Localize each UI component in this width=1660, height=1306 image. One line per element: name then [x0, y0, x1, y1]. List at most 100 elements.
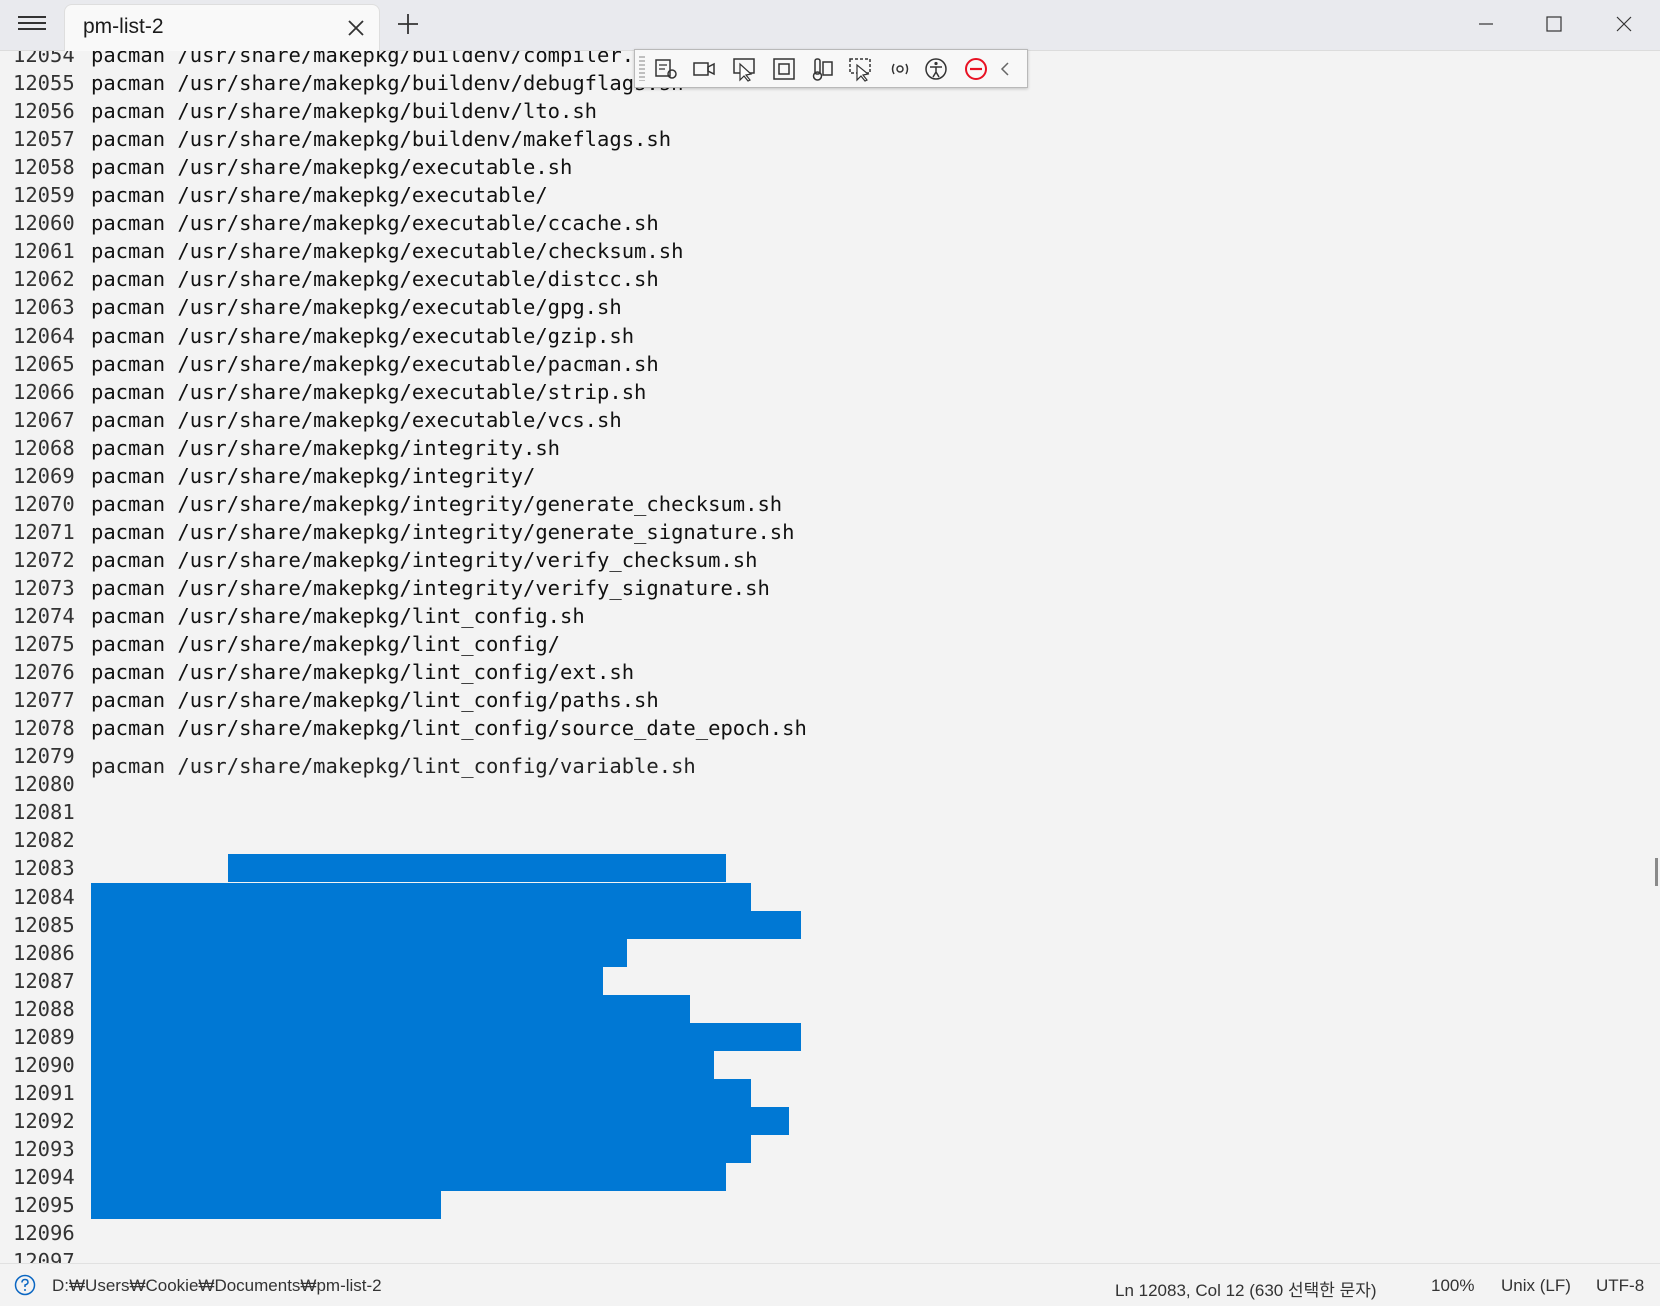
line-text: pacman /usr/share/makepkg/executable/ — [91, 183, 548, 207]
editor-line[interactable]: 12076 pacman /usr/share/makepkg/lint_conf… — [0, 658, 1600, 686]
line-number: 12080 — [13, 772, 75, 796]
editor-line[interactable]: 12083 — [0, 854, 1600, 882]
cursor-position[interactable]: Ln 12083, Col 12 (630 선택한 문자) — [1115, 1276, 1377, 1301]
line-number: 12079 — [13, 744, 75, 768]
editor-line[interactable]: 12067 pacman /usr/share/makepkg/executabl… — [0, 406, 1600, 434]
line-ending[interactable]: Unix (LF) — [1501, 1276, 1571, 1296]
editor-line[interactable]: 12058 pacman /usr/share/makepkg/executabl… — [0, 153, 1600, 181]
line-text: pacman /usr/share/makepkg/executable/gpg… — [91, 295, 622, 319]
editor-line[interactable]: 12092 — [0, 1107, 1600, 1135]
line-number: 12078 — [13, 716, 75, 740]
new-tab-icon[interactable] — [396, 12, 420, 36]
editor-line[interactable]: 12096 — [0, 1219, 1600, 1247]
editor-line[interactable]: 12059 pacman /usr/share/makepkg/executabl… — [0, 181, 1600, 209]
stop-icon[interactable] — [963, 56, 989, 82]
editor-line[interactable]: 12082 — [0, 826, 1600, 854]
scrollbar-thumb[interactable] — [1655, 858, 1658, 886]
editor-line[interactable]: 12074 pacman /usr/share/makepkg/lint_conf… — [0, 602, 1600, 630]
help-icon[interactable] — [14, 1274, 36, 1296]
toolbar-grip[interactable] — [639, 56, 645, 81]
line-number: 12091 — [13, 1081, 75, 1105]
collapse-chevron-icon[interactable] — [995, 56, 1015, 82]
editor-line[interactable]: 12078 pacman /usr/share/makepkg/lint_conf… — [0, 714, 1600, 742]
record-icon[interactable] — [691, 56, 717, 82]
line-text: pacman /usr/share/makepkg/executable/str… — [91, 380, 647, 404]
editor-line[interactable]: 12061 pacman /usr/share/makepkg/executabl… — [0, 237, 1600, 265]
line-text: pacman /usr/share/makepkg/executable/che… — [91, 239, 684, 263]
editor-line[interactable]: 12086 — [0, 939, 1600, 967]
live-region-icon[interactable] — [887, 56, 913, 82]
editor-line[interactable]: 12087 — [0, 967, 1600, 995]
line-number: 12085 — [13, 913, 75, 937]
line-text: pacman /usr/share/makepkg/lint_config/ — [91, 632, 560, 656]
editor-line[interactable]: 12073 pacman /usr/share/makepkg/integrity… — [0, 574, 1600, 602]
editor-line[interactable]: 12077 pacman /usr/share/makepkg/lint_conf… — [0, 686, 1600, 714]
editor-line[interactable]: 12056 pacman /usr/share/makepkg/buildenv/… — [0, 97, 1600, 125]
highlight-icon[interactable] — [847, 56, 873, 82]
editor-line[interactable]: 12070 pacman /usr/share/makepkg/integrity… — [0, 490, 1600, 518]
close-window-icon[interactable] — [1612, 12, 1636, 36]
editor-line[interactable]: 12079 — [0, 742, 1600, 770]
maximize-icon[interactable] — [1542, 12, 1566, 36]
editor-line[interactable]: 12090 — [0, 1051, 1600, 1079]
line-number: 12071 — [13, 520, 75, 544]
editor-line[interactable]: 12085 — [0, 911, 1600, 939]
editor-line[interactable]: 12094 — [0, 1163, 1600, 1191]
line-number: 12066 — [13, 380, 75, 404]
line-number: 12056 — [13, 99, 75, 123]
editor-line[interactable]: 12080 — [0, 770, 1600, 798]
color-contrast-icon[interactable] — [809, 56, 835, 82]
tab-pm-list-2[interactable]: pm-list-2 — [64, 4, 380, 51]
inspect-icon[interactable] — [653, 56, 679, 82]
accessibility-icon[interactable] — [923, 56, 949, 82]
select-pointer-icon[interactable] — [731, 56, 757, 82]
editor-line[interactable]: 12097 — [0, 1247, 1600, 1263]
line-number: 12068 — [13, 436, 75, 460]
editor-line[interactable]: 12057 pacman /usr/share/makepkg/buildenv/… — [0, 125, 1600, 153]
zoom-level[interactable]: 100% — [1431, 1276, 1474, 1296]
editor-line[interactable]: 12064 pacman /usr/share/makepkg/executabl… — [0, 322, 1600, 350]
file-path: D:₩Users₩Cookie₩Documents₩pm-list-2 — [52, 1276, 382, 1295]
text-editor[interactable]: pacman /usr/share/makepkg/lint_config/va… — [0, 51, 1660, 1263]
line-text: pacman /usr/share/makepkg/buildenv/debug… — [91, 71, 684, 95]
editor-line[interactable]: 12068 pacman /usr/share/makepkg/integrity… — [0, 434, 1600, 462]
line-number: 12062 — [13, 267, 75, 291]
editor-line[interactable]: 12084 — [0, 883, 1600, 911]
editor-line[interactable]: 12066 pacman /usr/share/makepkg/executabl… — [0, 378, 1600, 406]
editor-line[interactable]: 12089 — [0, 1023, 1600, 1051]
editor-line[interactable]: 12095 — [0, 1191, 1600, 1219]
line-text: pacman /usr/share/makepkg/lint_config.sh — [91, 604, 585, 628]
line-text: pacman /usr/share/makepkg/buildenv/compi… — [91, 51, 659, 67]
editor-line[interactable]: 12060 pacman /usr/share/makepkg/executabl… — [0, 209, 1600, 237]
encoding[interactable]: UTF-8 — [1596, 1276, 1644, 1296]
line-number: 12064 — [13, 324, 75, 348]
line-number: 12067 — [13, 408, 75, 432]
minimize-icon[interactable] — [1474, 12, 1498, 36]
line-number: 12083 — [13, 856, 75, 880]
line-number: 12055 — [13, 71, 75, 95]
editor-line[interactable]: 12072 pacman /usr/share/makepkg/integrity… — [0, 546, 1600, 574]
close-tab-icon[interactable] — [345, 17, 367, 39]
line-text: pacman /usr/share/makepkg/integrity/gene… — [91, 492, 783, 516]
menu-icon[interactable] — [18, 12, 46, 36]
editor-line[interactable]: 12091 — [0, 1079, 1600, 1107]
line-number: 12084 — [13, 885, 75, 909]
line-text: pacman /usr/share/makepkg/executable/gzi… — [91, 324, 635, 348]
editor-line[interactable]: 12075 pacman /usr/share/makepkg/lint_conf… — [0, 630, 1600, 658]
editor-line[interactable]: 12062 pacman /usr/share/makepkg/executabl… — [0, 265, 1600, 293]
line-number: 12077 — [13, 688, 75, 712]
line-text: pacman /usr/share/makepkg/integrity/gene… — [91, 520, 795, 544]
line-number: 12063 — [13, 295, 75, 319]
editor-line[interactable]: 12088 — [0, 995, 1600, 1023]
editor-line[interactable]: 12065 pacman /usr/share/makepkg/executabl… — [0, 350, 1600, 378]
editor-line[interactable]: 12071 pacman /usr/share/makepkg/integrity… — [0, 518, 1600, 546]
line-text: pacman /usr/share/makepkg/lint_config/so… — [91, 716, 807, 740]
line-number: 12075 — [13, 632, 75, 656]
editor-line[interactable]: 12081 — [0, 798, 1600, 826]
editor-line[interactable]: 12069 pacman /usr/share/makepkg/integrity… — [0, 462, 1600, 490]
line-text: pacman /usr/share/makepkg/integrity/veri… — [91, 548, 758, 572]
editor-line[interactable]: 12063 pacman /usr/share/makepkg/executabl… — [0, 293, 1600, 321]
line-number: 12057 — [13, 127, 75, 151]
focus-icon[interactable] — [771, 56, 797, 82]
editor-line[interactable]: 12093 — [0, 1135, 1600, 1163]
